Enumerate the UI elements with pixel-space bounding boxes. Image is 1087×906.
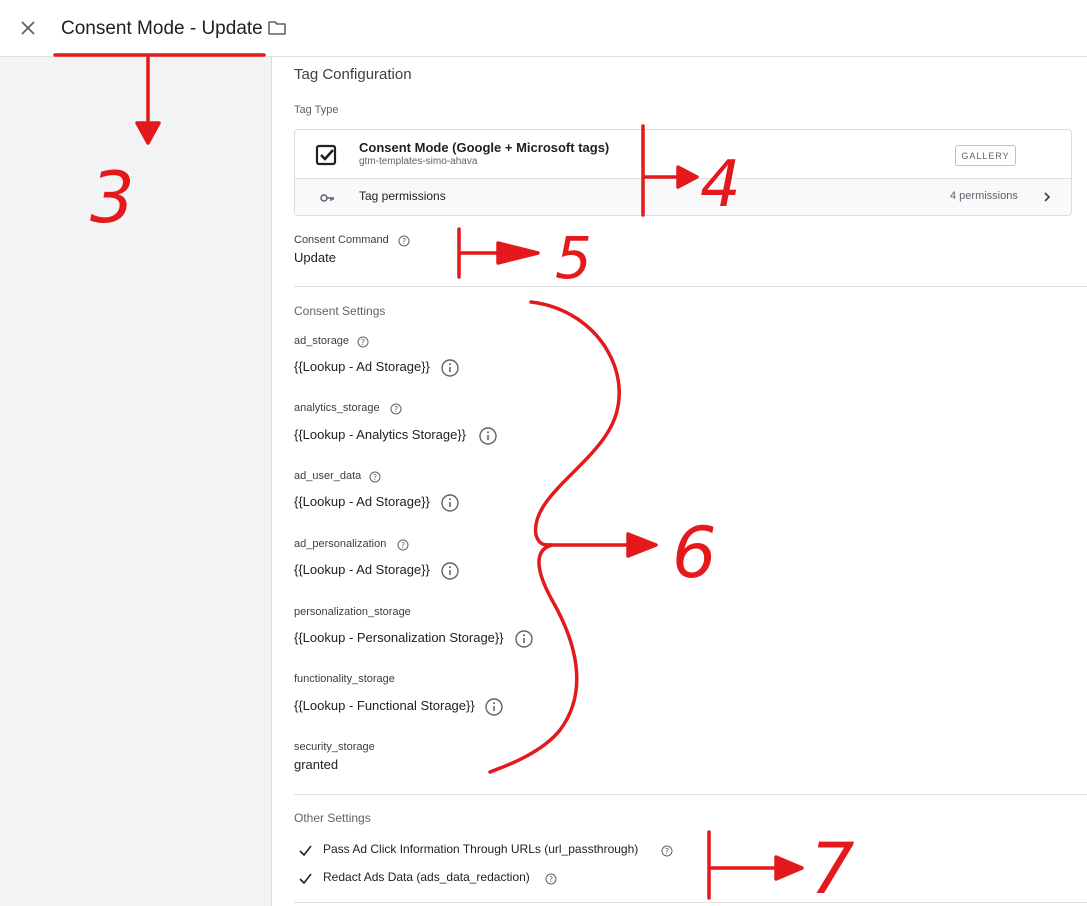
security-storage-label: security_storage: [294, 741, 375, 753]
annotation-label-5: 5: [555, 224, 592, 292]
ad-storage-label: ad_storage: [294, 335, 350, 347]
template-publisher: gtm-templates-simo-ahava: [359, 156, 478, 167]
info-icon[interactable]: [441, 494, 459, 512]
annotation-arrowhead-6: [626, 532, 658, 558]
folder-icon[interactable]: [267, 19, 287, 37]
ad-personalization-value: {{Lookup - Ad Storage}}: [294, 562, 430, 577]
annotation-arrowhead-5: [496, 241, 540, 265]
help-icon[interactable]: ?: [545, 872, 557, 885]
url-passthrough-setting: Pass Ad Click Information Through URLs (…: [323, 842, 639, 856]
svg-text:?: ?: [401, 541, 405, 550]
annotation-brace-6: [488, 300, 621, 774]
checkbox-template-icon: [315, 144, 337, 166]
checkmark-icon: [299, 871, 312, 885]
annotation-label-6: 6: [672, 512, 717, 594]
permissions-count: 4 permissions: [950, 190, 1018, 202]
ad-user-data-value: {{Lookup - Ad Storage}}: [294, 494, 430, 509]
help-icon[interactable]: ?: [357, 335, 369, 348]
help-icon[interactable]: ?: [390, 402, 402, 415]
tag-type-card[interactable]: Consent Mode (Google + Microsoft tags) g…: [294, 129, 1072, 216]
consent-command-value: Update: [294, 250, 336, 265]
gallery-button[interactable]: GALLERY: [955, 145, 1016, 166]
section-divider: [294, 286, 1087, 287]
tag-type-label: Tag Type: [294, 104, 339, 116]
analytics-storage-label: analytics_storage: [294, 402, 380, 414]
info-icon[interactable]: [485, 698, 503, 716]
section-divider: [294, 902, 1087, 903]
functionality-storage-value: {{Lookup - Functional Storage}}: [294, 698, 475, 713]
template-name: Consent Mode (Google + Microsoft tags): [359, 140, 610, 155]
help-icon[interactable]: ?: [397, 538, 409, 551]
info-icon[interactable]: [515, 630, 533, 648]
personalization-storage-label: personalization_storage: [294, 606, 411, 618]
annotation-label-7: 7: [810, 828, 855, 906]
close-icon[interactable]: [18, 18, 38, 38]
ad-personalization-label: ad_personalization: [294, 538, 387, 550]
annotation-arrowhead-7: [774, 855, 804, 881]
tag-configuration-title: Tag Configuration: [294, 66, 412, 83]
info-icon[interactable]: [441, 562, 459, 580]
ad-storage-value: {{Lookup - Ad Storage}}: [294, 359, 430, 374]
security-storage-value: granted: [294, 757, 339, 772]
section-divider: [294, 794, 1087, 795]
personalization-storage-value: {{Lookup - Personalization Storage}}: [294, 630, 504, 645]
left-sidebar: [0, 57, 272, 906]
checkmark-icon: [299, 843, 312, 857]
consent-command-label: Consent Command: [294, 234, 389, 246]
help-icon[interactable]: ?: [661, 844, 673, 857]
other-settings-title: Other Settings: [294, 811, 371, 825]
svg-text:?: ?: [394, 405, 398, 414]
tag-permissions-row[interactable]: Tag permissions 4 permissions: [295, 179, 1071, 215]
key-icon: [320, 191, 336, 203]
help-icon[interactable]: ?: [369, 470, 381, 483]
svg-text:?: ?: [665, 847, 669, 856]
svg-text:?: ?: [373, 473, 377, 482]
analytics-storage-value: {{Lookup - Analytics Storage}}: [294, 427, 467, 442]
svg-text:?: ?: [549, 875, 553, 884]
functionality-storage-label: functionality_storage: [294, 673, 395, 685]
svg-text:?: ?: [361, 338, 365, 347]
info-icon[interactable]: [441, 359, 459, 377]
editor-header: Consent Mode - Update: [0, 0, 1087, 57]
info-icon[interactable]: [479, 427, 497, 445]
svg-text:?: ?: [402, 237, 406, 246]
tag-name-title[interactable]: Consent Mode - Update: [61, 18, 263, 40]
chevron-right-icon[interactable]: [1042, 190, 1052, 204]
tag-permissions-label: Tag permissions: [359, 189, 446, 203]
ads-data-redaction-setting: Redact Ads Data (ads_data_redaction): [323, 870, 530, 884]
help-icon[interactable]: ?: [398, 234, 410, 247]
ad-user-data-label: ad_user_data: [294, 470, 362, 482]
consent-settings-title: Consent Settings: [294, 304, 386, 318]
